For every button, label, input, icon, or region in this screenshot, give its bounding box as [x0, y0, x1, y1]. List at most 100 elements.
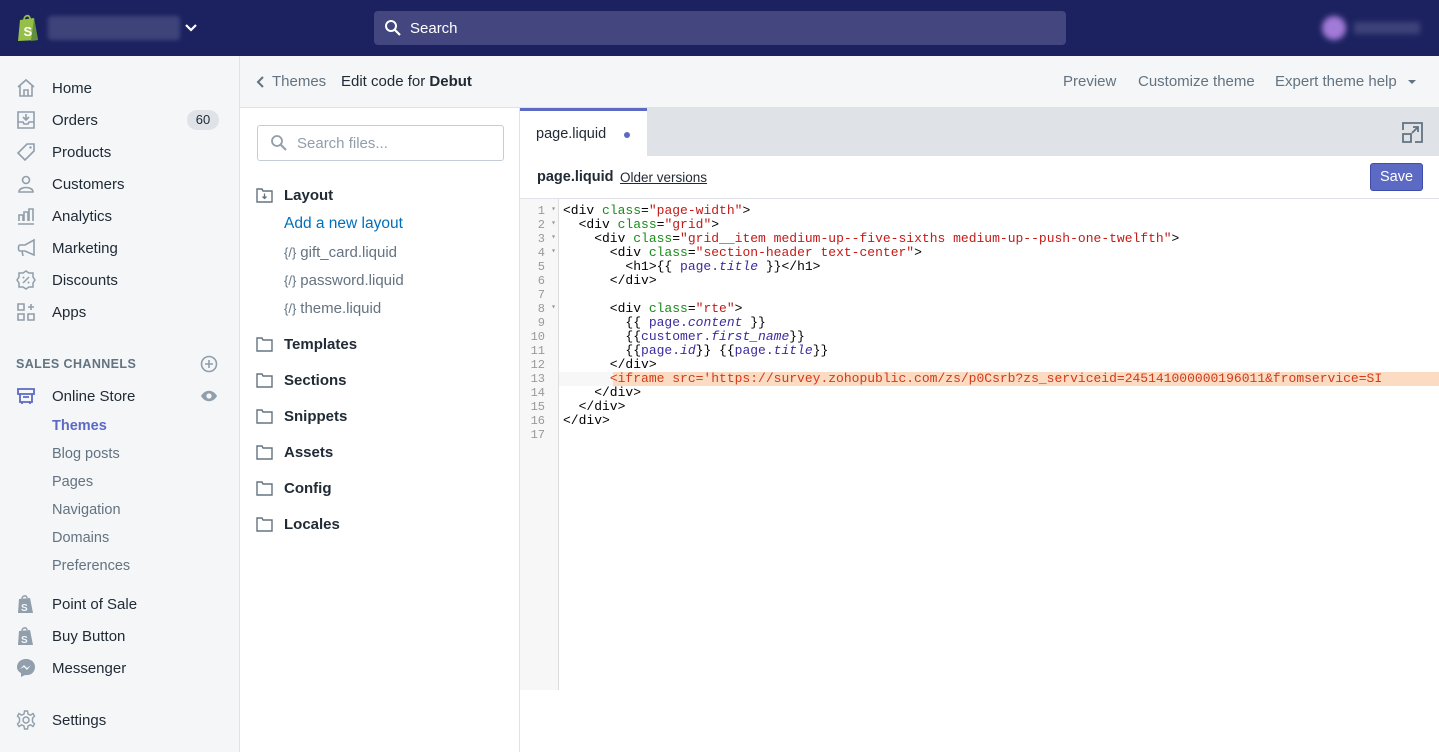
code-line: </div> — [563, 414, 610, 428]
sidebar-item-products[interactable]: Products — [0, 136, 240, 168]
line-number-text: 4 — [537, 246, 545, 260]
sidebar-item-analytics[interactable]: Analytics — [0, 200, 240, 232]
fold-toggle-icon[interactable]: ▾ — [551, 218, 556, 228]
sidebar-subitem-domains[interactable]: Domains — [52, 530, 109, 546]
svg-text:S: S — [24, 24, 33, 39]
sidebar-item-buy-button[interactable]: S Buy Button — [0, 620, 240, 652]
code-token: = — [641, 203, 649, 218]
sidebar-item-label: Customers — [52, 175, 125, 193]
code-editor[interactable]: <div class="page-width"> <div class="gri… — [559, 199, 1439, 690]
line-number: 10 — [520, 330, 559, 344]
older-versions-link[interactable]: Older versions — [620, 170, 707, 185]
search-files-field[interactable] — [257, 125, 504, 161]
sidebar-item-settings[interactable]: Settings — [0, 704, 240, 736]
sidebar-subitem-themes[interactable]: Themes — [52, 418, 107, 434]
folder-templates[interactable]: Templates — [256, 333, 357, 355]
preview-link[interactable]: Preview — [1063, 73, 1116, 90]
fold-toggle-icon[interactable]: ▾ — [551, 302, 556, 312]
sidebar-subitem-navigation[interactable]: Navigation — [52, 502, 121, 518]
folder-label: Locales — [284, 515, 340, 533]
sidebar-subitem-blog-posts[interactable]: Blog posts — [52, 446, 120, 462]
sidebar-item-label: Point of Sale — [52, 595, 138, 613]
line-number: 1 ▾ — [520, 204, 559, 218]
sidebar-item-discounts[interactable]: Discounts — [0, 264, 240, 296]
add-new-layout-link[interactable]: Add a new layout — [284, 215, 403, 233]
folder-layout[interactable]: Layout — [256, 184, 333, 206]
sidebar-item-point-of-sale[interactable]: S Point of Sale — [0, 588, 240, 620]
fold-toggle-icon[interactable]: ▾ — [551, 204, 556, 214]
chevron-down-icon[interactable] — [183, 19, 199, 35]
file-item[interactable]: {/} password.liquid — [284, 272, 404, 289]
global-search[interactable]: Search — [374, 11, 1066, 45]
folder-assets[interactable]: Assets — [256, 441, 333, 463]
line-number: 5 — [520, 260, 559, 274]
fold-toggle-icon[interactable]: ▾ — [551, 232, 556, 242]
code-line: <h1>{{ page.title }}</h1> — [563, 260, 820, 274]
user-menu[interactable] — [1316, 12, 1431, 44]
line-number: 15 — [520, 400, 559, 414]
code-token: > — [914, 245, 922, 260]
tab-page-liquid[interactable]: page.liquid — [520, 108, 647, 156]
code-token: "rte" — [695, 301, 735, 316]
sidebar-subitem-preferences[interactable]: Preferences — [52, 558, 130, 574]
line-number-gutter: 1 ▾ 2 ▾ 3 ▾ 4 ▾ 5 6 7 8 ▾ 9 10 11 12 13 14 15 16 17 — [520, 199, 559, 690]
code-token: </div> — [563, 357, 657, 372]
code-token: class — [617, 217, 657, 232]
expand-icon[interactable] — [1402, 122, 1423, 143]
code-token: <div — [563, 217, 618, 232]
code-token: page. — [648, 315, 688, 330]
code-token: class — [633, 231, 673, 246]
search-placeholder: Search — [410, 19, 458, 37]
chevron-left-icon — [256, 75, 264, 88]
svg-text:S: S — [21, 635, 28, 646]
file-item[interactable]: {/} theme.liquid — [284, 300, 381, 317]
messenger-icon — [17, 659, 35, 677]
folder-label: Layout — [284, 186, 334, 204]
code-token: title — [719, 259, 759, 274]
sidebar-subitem-pages[interactable]: Pages — [52, 474, 93, 490]
sidebar-item-customers[interactable]: Customers — [0, 168, 240, 200]
svg-text:S: S — [21, 603, 28, 614]
sidebar-item-label: Products — [52, 143, 112, 161]
folder-sections[interactable]: Sections — [256, 369, 347, 391]
code-line: <div class="section-header text-center"> — [563, 246, 922, 260]
store-name[interactable] — [48, 16, 180, 40]
code-token: }} — [789, 329, 805, 344]
line-number-text: 16 — [530, 414, 545, 428]
add-sales-channel-icon[interactable] — [200, 355, 218, 373]
search-files-input[interactable] — [297, 134, 487, 152]
line-number: 14 — [520, 386, 559, 400]
shopify-logo-icon[interactable]: S — [16, 13, 40, 42]
save-button[interactable]: Save — [1370, 163, 1423, 191]
search-icon — [271, 135, 287, 151]
code-line: {{page.id}} {{page.title}} — [563, 344, 828, 358]
code-token: = — [672, 231, 681, 246]
customize-theme-link[interactable]: Customize theme — [1138, 73, 1255, 90]
code-line: <div class="rte"> — [563, 301, 743, 316]
folder-locales[interactable]: Locales — [256, 513, 340, 535]
bar-chart-icon — [18, 208, 34, 225]
sidebar-item-home[interactable]: Home — [0, 72, 240, 104]
code-token: title — [773, 343, 813, 358]
line-number: 6 — [520, 274, 559, 288]
tab-label: page.liquid — [536, 126, 607, 142]
user-name — [1354, 22, 1420, 34]
line-number-text: 7 — [537, 288, 545, 302]
folder-snippets[interactable]: Snippets — [256, 405, 347, 427]
eye-icon[interactable] — [200, 389, 218, 403]
line-number: 17 — [520, 428, 559, 442]
back-to-themes-link[interactable]: Themes — [256, 73, 326, 90]
folder-config[interactable]: Config — [256, 477, 331, 499]
sidebar-item-marketing[interactable]: Marketing — [0, 232, 240, 264]
code-line: <div class="grid"> — [563, 218, 719, 232]
expert-theme-help-menu[interactable]: Expert theme help — [1275, 73, 1417, 90]
page-title-prefix: Edit code for — [341, 73, 430, 90]
sidebar-item-label: Home — [52, 79, 93, 97]
sidebar-item-orders[interactable]: Orders 60 — [0, 104, 240, 136]
file-item[interactable]: {/} gift_card.liquid — [284, 244, 397, 261]
sidebar-item-messenger[interactable]: Messenger — [0, 652, 240, 684]
line-number: 11 — [520, 344, 559, 358]
line-number-text: 9 — [537, 316, 545, 330]
fold-toggle-icon[interactable]: ▾ — [551, 246, 556, 256]
sidebar-item-apps[interactable]: Apps — [0, 296, 240, 328]
